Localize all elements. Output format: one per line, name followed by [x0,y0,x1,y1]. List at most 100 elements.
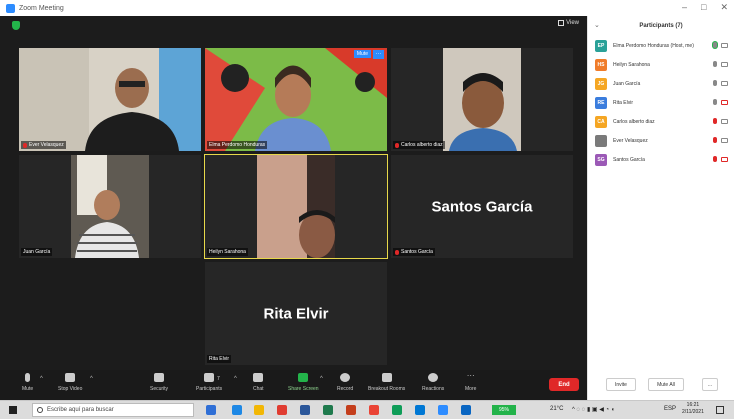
video-gallery: View Ever Velasquez Mute ··· Elma Perdom… [0,16,587,370]
zoom-taskbar-icon[interactable] [438,405,448,415]
participant-name-tag: Juan García [21,248,53,256]
search-input[interactable]: Escribe aquí para buscar [32,403,194,417]
avatar: CA [595,115,607,128]
edge-browser-icon[interactable] [232,405,242,415]
chevron-down-icon[interactable]: ⌄ [594,21,600,29]
chat-button[interactable]: Chat [253,373,264,392]
clock-time: 16:21 [686,402,700,408]
encryption-shield-icon[interactable] [12,21,20,30]
app-icon-2[interactable] [461,405,471,415]
camera-icon[interactable] [721,80,728,86]
camera-icon[interactable] [721,118,728,124]
mic-active-icon[interactable] [713,42,717,48]
video-tile[interactable]: Ever Velasquez [19,48,201,151]
clock-date: 2/11/2021 [682,409,704,415]
notifications-icon[interactable] [716,406,724,414]
avatar: RE [595,96,607,109]
video-tile[interactable]: Mute ··· Elma Perdomo Honduras [205,48,387,151]
end-meeting-button[interactable]: End [549,378,579,391]
share-options-caret-icon[interactable]: ^ [320,376,323,382]
view-button[interactable]: View [558,20,579,26]
more-options-button[interactable]: ··· [373,50,384,59]
video-options-caret-icon[interactable]: ^ [90,376,93,382]
participant-video [205,48,387,151]
shield-icon [154,373,165,382]
zoom-window: Zoom Meeting – □ ✕ View Ever Velasquez M… [0,0,734,419]
invite-button[interactable]: Invite [606,378,636,391]
window-controls: – □ ✕ [682,2,728,13]
participant-name-tag: Santos García [393,248,435,256]
camera-icon[interactable] [721,42,728,48]
video-tile-active-speaker[interactable]: Heilyn Sarahona [204,154,388,259]
maximize-icon[interactable]: □ [701,2,706,13]
minimize-icon[interactable]: – [682,2,687,13]
mic-icon[interactable] [713,61,717,67]
excel-icon[interactable] [323,405,333,415]
language-indicator[interactable]: ESP [664,406,676,412]
panel-header: ⌄ Participants (7) [588,16,734,36]
reactions-button[interactable]: Reactions [422,373,444,392]
share-screen-button[interactable]: Share Screen [288,373,319,392]
mic-off-icon[interactable] [713,118,717,124]
mute-all-button[interactable]: Mute All [648,378,684,391]
participant-row[interactable]: SG Santos García [588,150,734,169]
panel-footer: Invite Mute All ... [588,378,734,392]
avatar: EP [595,39,607,52]
avatar-photo [595,134,607,147]
muted-mic-icon [23,142,27,148]
record-button[interactable]: Record [337,373,353,392]
chrome-icon[interactable] [369,405,379,415]
participant-name: Rita Elvir [613,99,634,106]
mic-off-icon[interactable] [713,156,717,162]
powerpoint-icon[interactable] [346,405,356,415]
panel-more-button[interactable]: ... [702,378,718,391]
mute-label: Mute [22,386,34,392]
security-label: Security [150,386,169,392]
zoom-app-icon [6,3,15,13]
participants-count: 7 [217,376,220,382]
camera-off-icon[interactable] [721,99,728,105]
windows-start-icon[interactable] [9,406,17,414]
participant-row[interactable]: EP Elma Perdomo Honduras (Host, me) [588,36,734,55]
name-only-tile[interactable]: Rita Elvir Rita Elvir [205,262,387,365]
participant-row[interactable]: Ever Velasquez [588,131,734,150]
stop-video-label: Stop Video [58,386,83,392]
name-only-tile[interactable]: Santos García Santos García [391,155,573,258]
participant-row[interactable]: HS Heilyn Sarahona [588,55,734,74]
more-button[interactable]: ··· More [465,371,476,393]
participant-name-tag: Carlos alberto diaz [393,141,445,149]
file-explorer-icon[interactable] [254,405,264,415]
video-tile[interactable]: Carlos alberto diaz [391,48,573,151]
security-button[interactable]: Security [150,373,168,392]
mic-icon[interactable] [713,80,717,86]
camera-icon[interactable] [721,61,728,67]
clock[interactable]: 16:21 2/11/2021 [682,402,704,416]
participant-display-name: Santos García [431,198,533,215]
weather-temperature[interactable]: 21°C [550,406,563,412]
panel-title: Participants (7) [639,23,683,29]
avatar: HS [595,58,607,71]
mute-participant-button[interactable]: Mute [353,50,371,58]
audio-options-caret-icon[interactable]: ^ [40,376,43,382]
camera-icon[interactable] [721,137,728,143]
close-icon[interactable]: ✕ [720,2,728,13]
participant-row[interactable]: JG Juan García [588,74,734,93]
breakout-rooms-button[interactable]: Breakout Rooms [368,373,405,392]
participant-name: Rita Elvir [209,356,230,362]
mic-icon[interactable] [713,99,717,105]
word-icon[interactable] [300,405,310,415]
mic-off-icon[interactable] [713,137,717,143]
office-icon[interactable] [277,405,287,415]
tray-icons[interactable]: ^ ◌ ◌ ▮ ▣ ◀ ◔ ◖ [572,406,614,413]
stop-video-button[interactable]: Stop Video [58,373,82,392]
ellipsis-icon: ··· [466,371,475,380]
taskview-icon[interactable] [206,405,216,415]
video-tile[interactable]: Juan García [19,155,201,258]
camera-off-icon[interactable] [721,156,728,162]
app-icon[interactable] [392,405,402,415]
participant-row[interactable]: RE Rita Elvir [588,93,734,112]
mute-button[interactable]: Mute [22,373,33,392]
participants-caret-icon[interactable]: ^ [234,376,237,382]
participant-row[interactable]: CA Carlos alberto diaz [588,112,734,131]
mail-icon[interactable] [415,405,425,415]
